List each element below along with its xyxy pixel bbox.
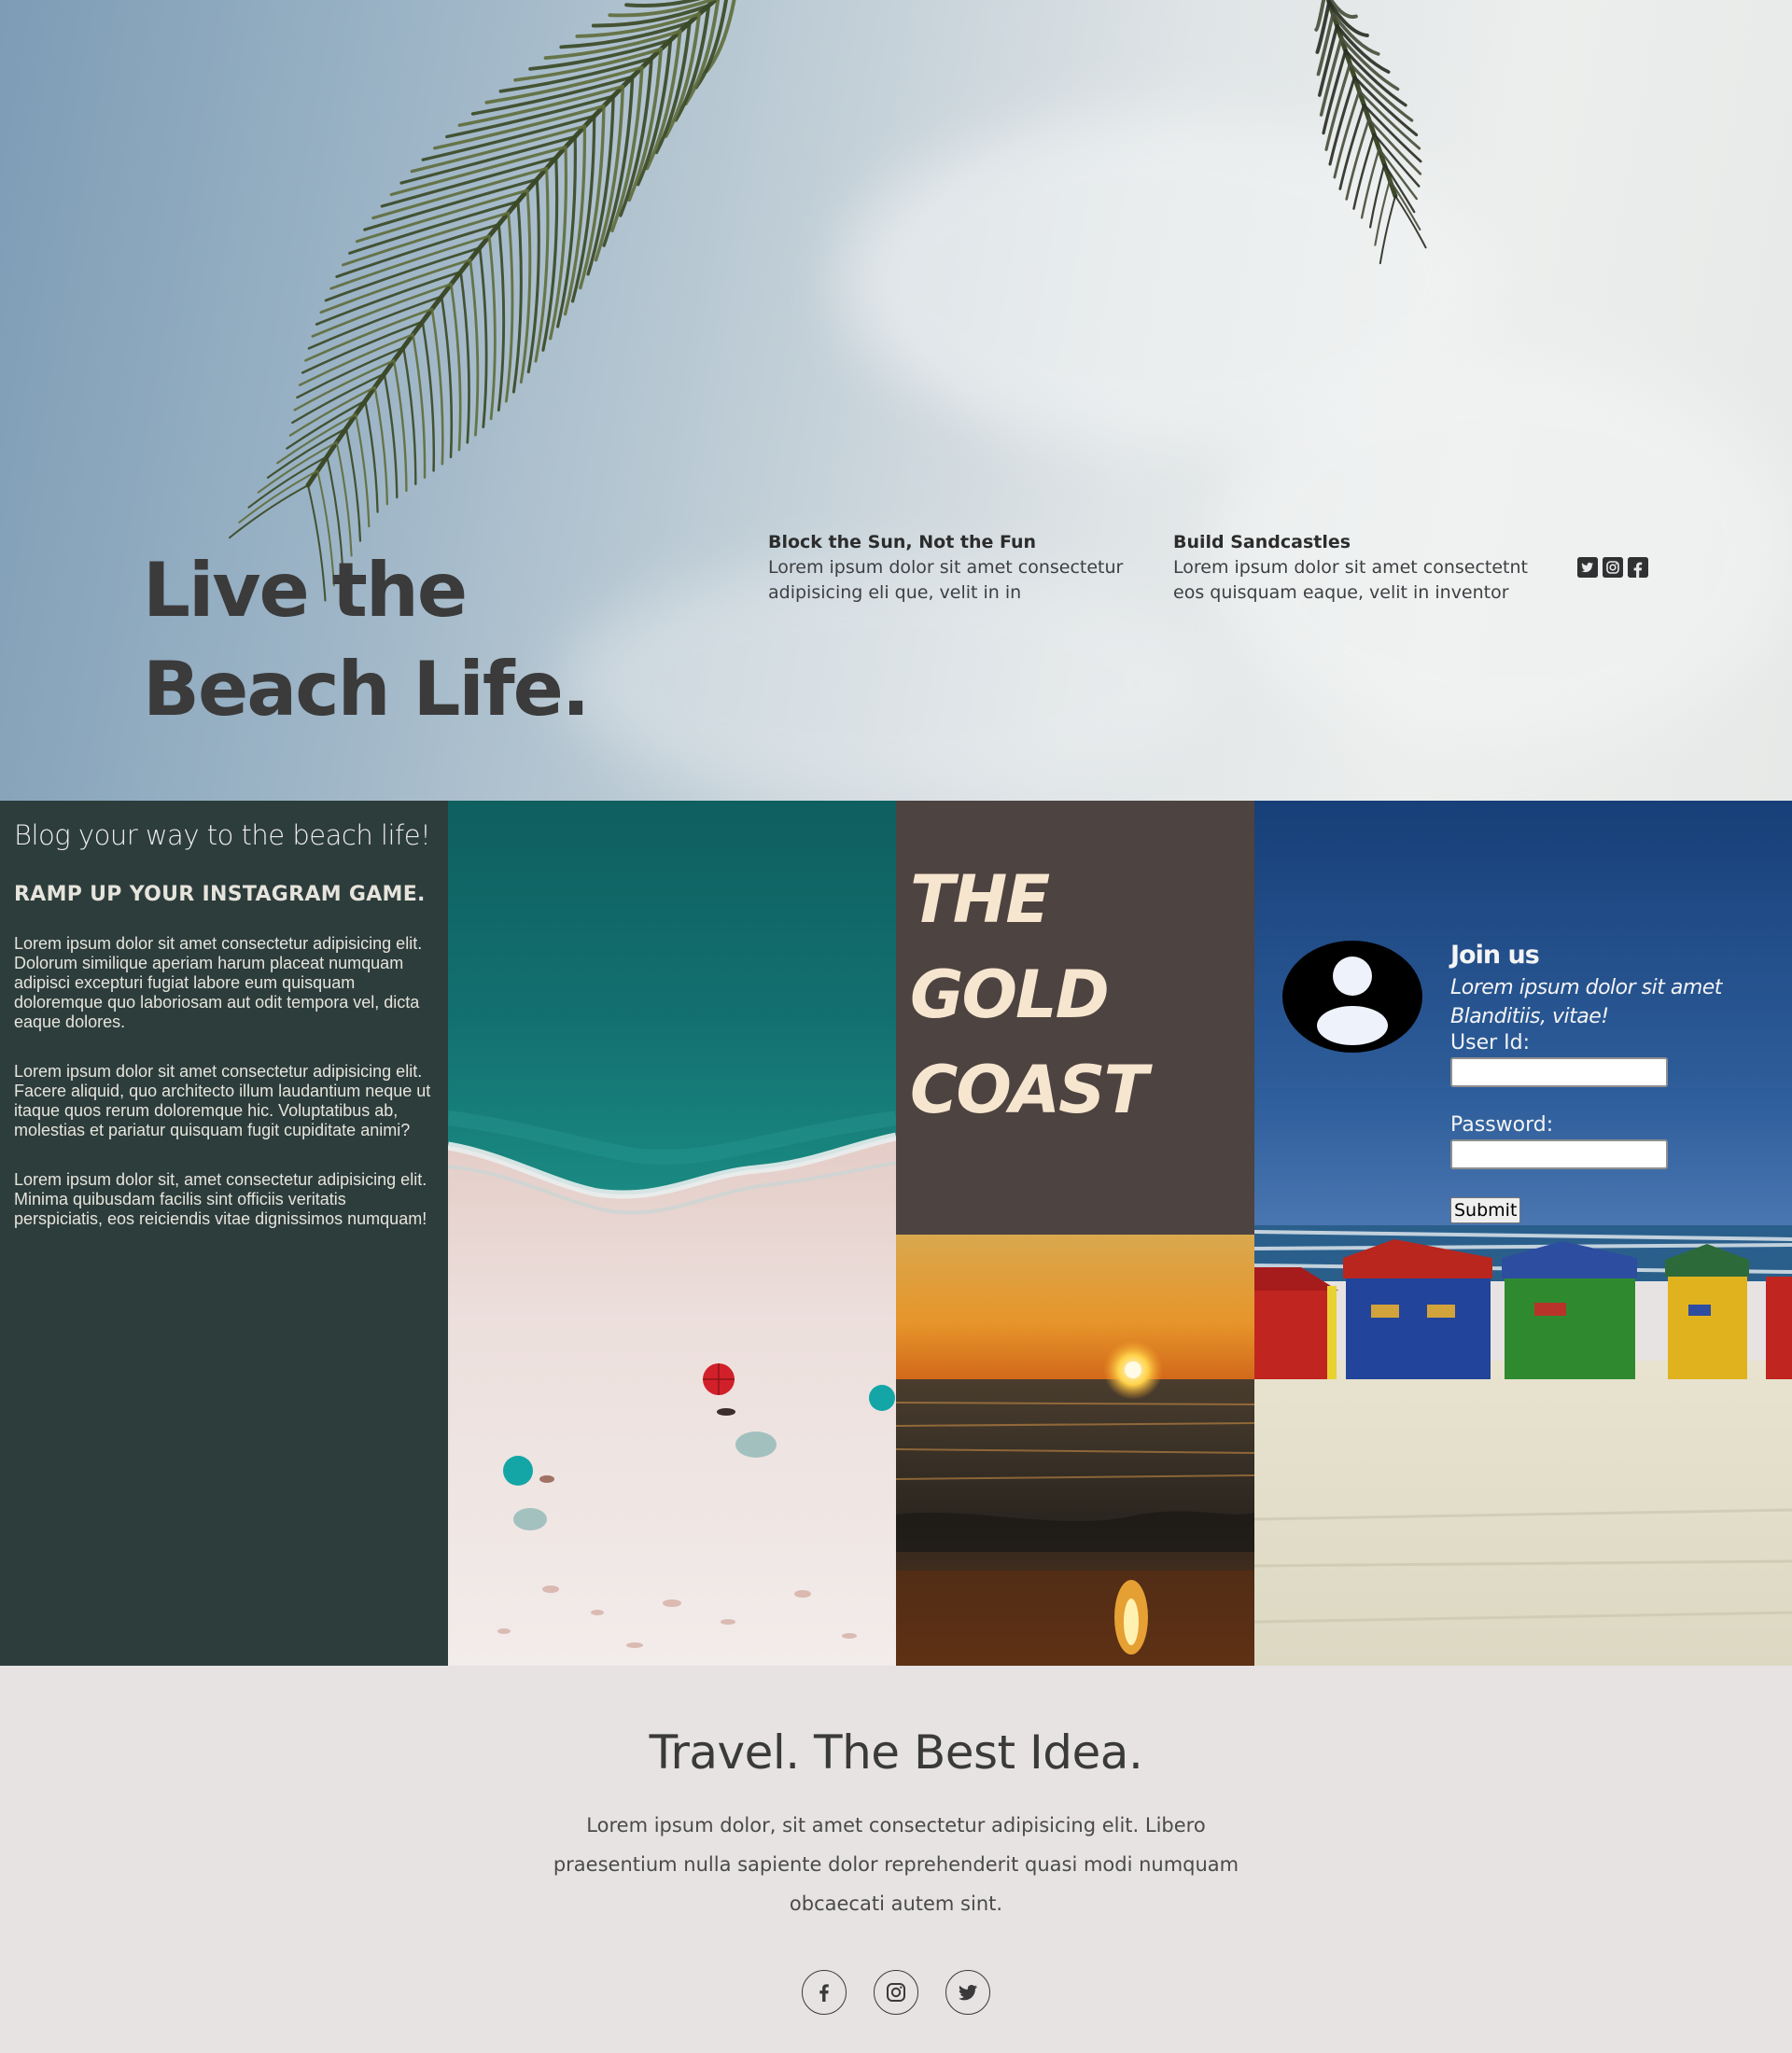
password-label: Password: xyxy=(1450,1113,1554,1137)
twitter-square-icon[interactable] xyxy=(1577,557,1598,578)
feature-title: Block the Sun, Not the Fun xyxy=(768,532,1037,552)
feature-block: Build Sandcastles Lorem ipsum dolor sit … xyxy=(1173,530,1537,606)
twitter-icon[interactable] xyxy=(945,1970,990,2015)
password-input[interactable] xyxy=(1450,1139,1668,1169)
join-tagline: Lorem ipsum dolor sit amet Blanditiis, v… xyxy=(1450,976,1722,1028)
instagram-square-icon[interactable] xyxy=(1603,557,1623,578)
blog-panel: Blog your way to the beach life! RAMP UP… xyxy=(0,801,448,1666)
user-id-input[interactable] xyxy=(1450,1057,1668,1087)
beach-huts-image xyxy=(1254,801,1792,1666)
blog-paragraph: Lorem ipsum dolor sit amet consectetur a… xyxy=(14,1062,431,1139)
blog-title: Blog your way to the beach life! xyxy=(14,819,431,851)
facebook-square-icon[interactable] xyxy=(1628,557,1648,578)
blog-paragraph: Lorem ipsum dolor sit, amet consectetur … xyxy=(14,1170,427,1228)
submit-button[interactable]: Submit xyxy=(1450,1197,1521,1223)
join-panel: Join us Lorem ipsum dolor sit amet Bland… xyxy=(1254,801,1792,1666)
join-heading: Join us xyxy=(1450,941,1540,970)
feature-block: Block the Sun, Not the Fun Lorem ipsum d… xyxy=(768,530,1132,606)
footer-text: Lorem ipsum dolor, sit amet consectetur … xyxy=(553,1814,1239,1915)
footer-title: Travel. The Best Idea. xyxy=(649,1725,1143,1780)
blog-subtitle: RAMP UP YOUR INSTAGRAM GAME. xyxy=(14,883,426,906)
hero-social-links xyxy=(1577,557,1648,578)
facebook-icon[interactable] xyxy=(802,1970,847,2015)
gold-coast-panel: THE GOLD COAST xyxy=(896,801,1254,1235)
aerial-beach-image xyxy=(448,801,896,1666)
feature-text: Lorem ipsum dolor sit amet consectetur a… xyxy=(768,557,1124,603)
footer: Travel. The Best Idea. Lorem ipsum dolor… xyxy=(0,1666,1792,2053)
content-band: Blog your way to the beach life! RAMP UP… xyxy=(0,801,1792,1666)
hero-section: Live the Beach Life. Block the Sun, Not … xyxy=(0,0,1792,801)
user-avatar-icon xyxy=(1282,941,1422,1053)
gold-coast-title: THE GOLD COAST xyxy=(910,861,1148,1128)
sunset-image xyxy=(896,1235,1254,1666)
user-id-label: User Id: xyxy=(1450,1031,1531,1054)
instagram-icon[interactable] xyxy=(874,1970,918,2015)
hero-title: Live the Beach Life. xyxy=(143,547,590,733)
login-form: Join us Lorem ipsum dolor sit amet Bland… xyxy=(1450,941,1758,1223)
feature-title: Build Sandcastles xyxy=(1173,532,1351,552)
feature-text: Lorem ipsum dolor sit amet consectetnt e… xyxy=(1173,557,1528,603)
footer-social-links xyxy=(802,1970,990,2015)
blog-paragraph: Lorem ipsum dolor sit amet consectetur a… xyxy=(14,934,423,1031)
